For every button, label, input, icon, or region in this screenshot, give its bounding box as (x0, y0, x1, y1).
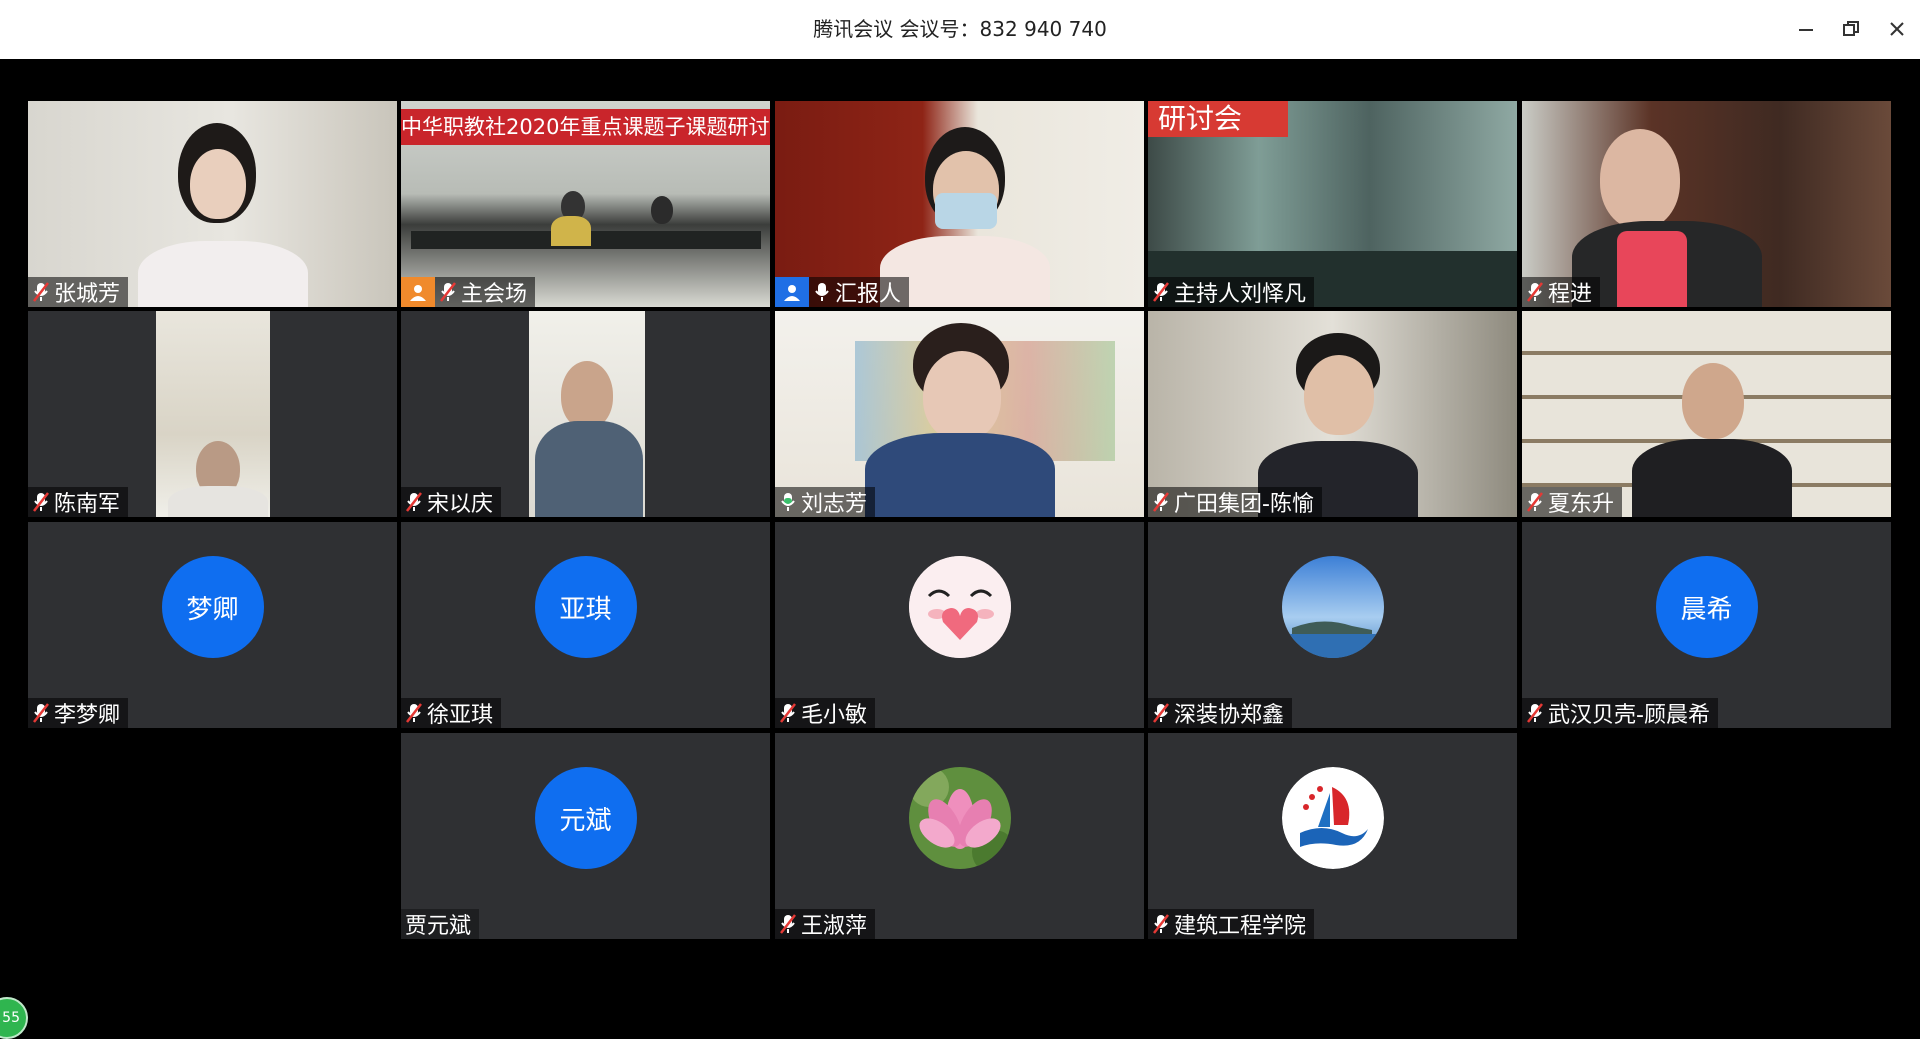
participant-name: 王淑萍 (801, 914, 868, 939)
mic-muted-icon (405, 702, 423, 724)
participant-name: 宋以庆 (427, 492, 494, 517)
avatar: 亚琪 (534, 556, 637, 658)
participant-label: 李梦卿 (28, 698, 129, 728)
mic-muted-icon (1526, 702, 1544, 724)
participant-name: 徐亚琪 (427, 703, 494, 728)
participant-label: 刘志芳 (775, 487, 876, 517)
avatar: 梦卿 (161, 556, 264, 658)
mic-muted-icon (32, 491, 50, 513)
mic-muted-icon (1526, 281, 1544, 303)
participant-name: 陈南军 (54, 492, 121, 517)
minimize-icon[interactable] (1791, 14, 1821, 44)
participant-label: 毛小敏 (775, 698, 876, 728)
mic-muted-icon (1152, 913, 1170, 935)
participant-label: 主持人刘怿凡 (1148, 277, 1315, 307)
participant-tile[interactable]: 晨希 武汉贝壳-顾晨希 (1522, 522, 1891, 728)
participant-name: 贾元斌 (405, 914, 472, 939)
participant-tile[interactable]: 研讨会 主持人刘怿凡 (1148, 101, 1517, 307)
participant-name: 程进 (1548, 282, 1593, 307)
title-bar: 腾讯会议 会议号：832 940 740 (0, 0, 1920, 59)
participant-label: 程进 (1522, 277, 1601, 307)
participant-label: 主会场 (401, 277, 536, 307)
user-role-icon (775, 277, 809, 307)
mic-muted-icon (1526, 491, 1544, 513)
restore-icon[interactable] (1836, 14, 1866, 44)
mic-muted-icon (1152, 702, 1170, 724)
avatar: 晨希 (1655, 556, 1758, 658)
participant-tile[interactable]: 王淑萍 (775, 733, 1144, 939)
participant-tile-active-speaker[interactable]: 刘志芳 (775, 311, 1144, 517)
cartoon-heart-avatar (908, 556, 1011, 658)
mic-muted-icon (32, 281, 50, 303)
participant-tile[interactable]: 梦卿 李梦卿 (28, 522, 397, 728)
participant-label: 宋以庆 (401, 487, 502, 517)
participant-label: 广田集团-陈愉 (1148, 487, 1322, 517)
participant-name: 主持人刘怿凡 (1174, 282, 1307, 307)
participant-tile[interactable]: 广田集团-陈愉 (1148, 311, 1517, 517)
participant-name: 广田集团-陈愉 (1174, 492, 1314, 517)
participant-label: 深装协郑鑫 (1148, 698, 1293, 728)
mic-on-icon (813, 281, 831, 303)
participant-tile[interactable]: 汇报人 (775, 101, 1144, 307)
participant-name: 汇报人 (835, 282, 902, 307)
participant-tile[interactable]: 亚琪 徐亚琪 (401, 522, 770, 728)
video-grid: 张城芳 中华职教社2020年重点课题子课题研讨会 主会场 汇报人 研讨会 主持人… (0, 59, 1920, 1039)
participant-name: 刘志芳 (801, 492, 868, 517)
mic-muted-icon (405, 491, 423, 513)
lotus-flower-avatar (908, 767, 1011, 869)
participant-name: 武汉贝壳-顾晨希 (1548, 703, 1710, 728)
participant-tile[interactable]: 程进 (1522, 101, 1891, 307)
participant-tile[interactable]: 张城芳 (28, 101, 397, 307)
participant-label: 贾元斌 (401, 909, 480, 939)
mic-muted-icon (1152, 491, 1170, 513)
mic-muted-icon (779, 913, 797, 935)
close-icon[interactable] (1882, 14, 1912, 44)
participant-label: 陈南军 (28, 487, 129, 517)
participant-tile[interactable]: 夏东升 (1522, 311, 1891, 517)
participant-label: 汇报人 (775, 277, 910, 307)
participant-label: 张城芳 (28, 277, 129, 307)
mic-muted-icon (1152, 281, 1170, 303)
user-role-icon (401, 277, 435, 307)
participant-tile[interactable]: 建筑工程学院 (1148, 733, 1517, 939)
participant-tile[interactable]: 宋以庆 (401, 311, 770, 517)
sky-lake-avatar (1281, 556, 1384, 658)
mic-muted-icon (779, 702, 797, 724)
participant-label: 武汉贝壳-顾晨希 (1522, 698, 1718, 728)
participant-label: 王淑萍 (775, 909, 876, 939)
mic-muted-icon (32, 702, 50, 724)
participant-tile[interactable]: 陈南军 (28, 311, 397, 517)
college-logo-avatar (1281, 767, 1384, 869)
participant-label: 徐亚琪 (401, 698, 502, 728)
participant-label: 建筑工程学院 (1148, 909, 1315, 939)
participant-tile[interactable]: 中华职教社2020年重点课题子课题研讨会 主会场 (401, 101, 770, 307)
meeting-banner: 中华职教社2020年重点课题子课题研讨会 (401, 109, 770, 145)
participant-tile[interactable]: 元斌 贾元斌 (401, 733, 770, 939)
mic-muted-icon (439, 281, 457, 303)
participant-name: 张城芳 (54, 282, 121, 307)
participant-name: 深装协郑鑫 (1174, 703, 1285, 728)
participant-name: 毛小敏 (801, 703, 868, 728)
participant-tile[interactable]: 毛小敏 (775, 522, 1144, 728)
mic-speaking-icon (779, 491, 797, 513)
participant-name: 夏东升 (1548, 492, 1615, 517)
participant-name: 主会场 (461, 282, 528, 307)
avatar: 元斌 (534, 767, 637, 869)
window-title: 腾讯会议 会议号：832 940 740 (813, 17, 1107, 41)
participant-name: 建筑工程学院 (1174, 914, 1307, 939)
participant-name: 李梦卿 (54, 703, 121, 728)
meeting-banner: 研讨会 (1148, 101, 1288, 137)
floating-status-badge[interactable]: 55 (0, 997, 28, 1039)
participant-tile[interactable]: 深装协郑鑫 (1148, 522, 1517, 728)
participant-label: 夏东升 (1522, 487, 1623, 517)
